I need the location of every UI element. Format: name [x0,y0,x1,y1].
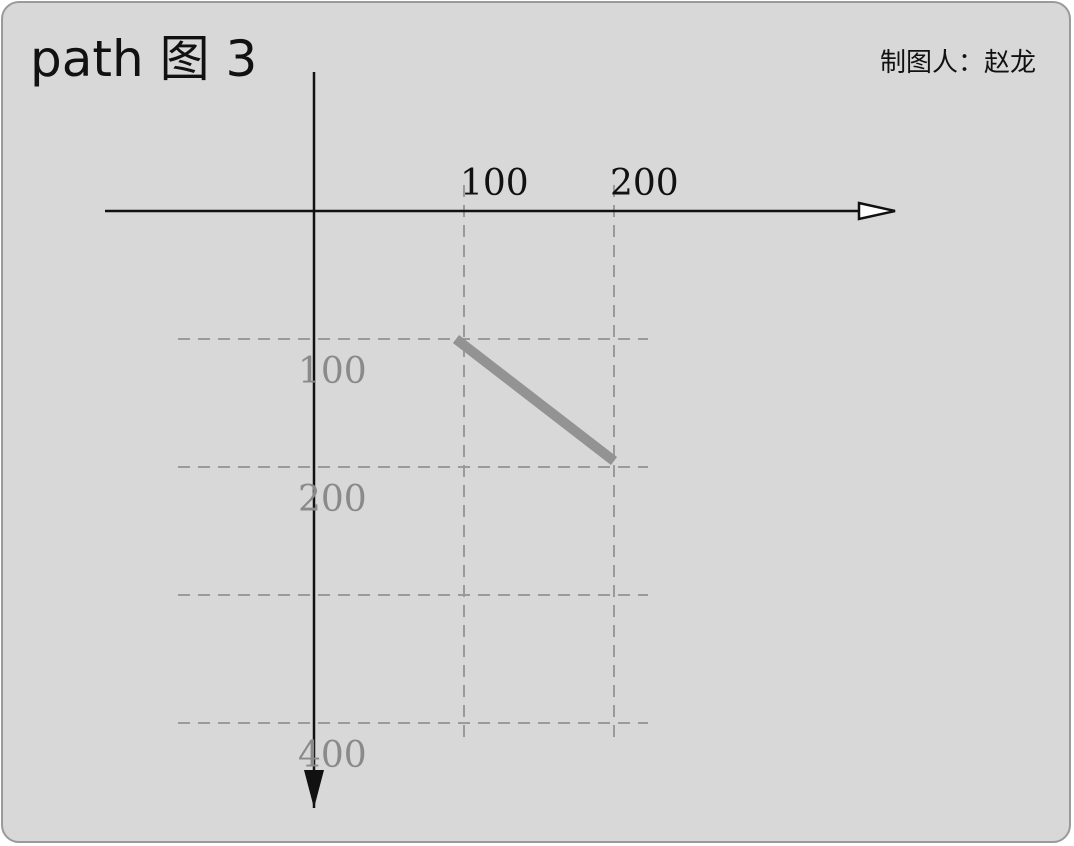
tick-labels: 100 200 100 200 400 [298,163,679,776]
path-segment [452,335,618,465]
coordinate-diagram: 100 200 100 200 400 [105,72,896,808]
y-tick-label: 100 [298,351,367,392]
y-tick-label: 200 [298,479,367,520]
y-tick-label: 400 [298,735,367,776]
grid-lines [178,185,648,740]
x-tick-label: 100 [460,163,529,204]
x-tick-label: 200 [610,163,679,204]
